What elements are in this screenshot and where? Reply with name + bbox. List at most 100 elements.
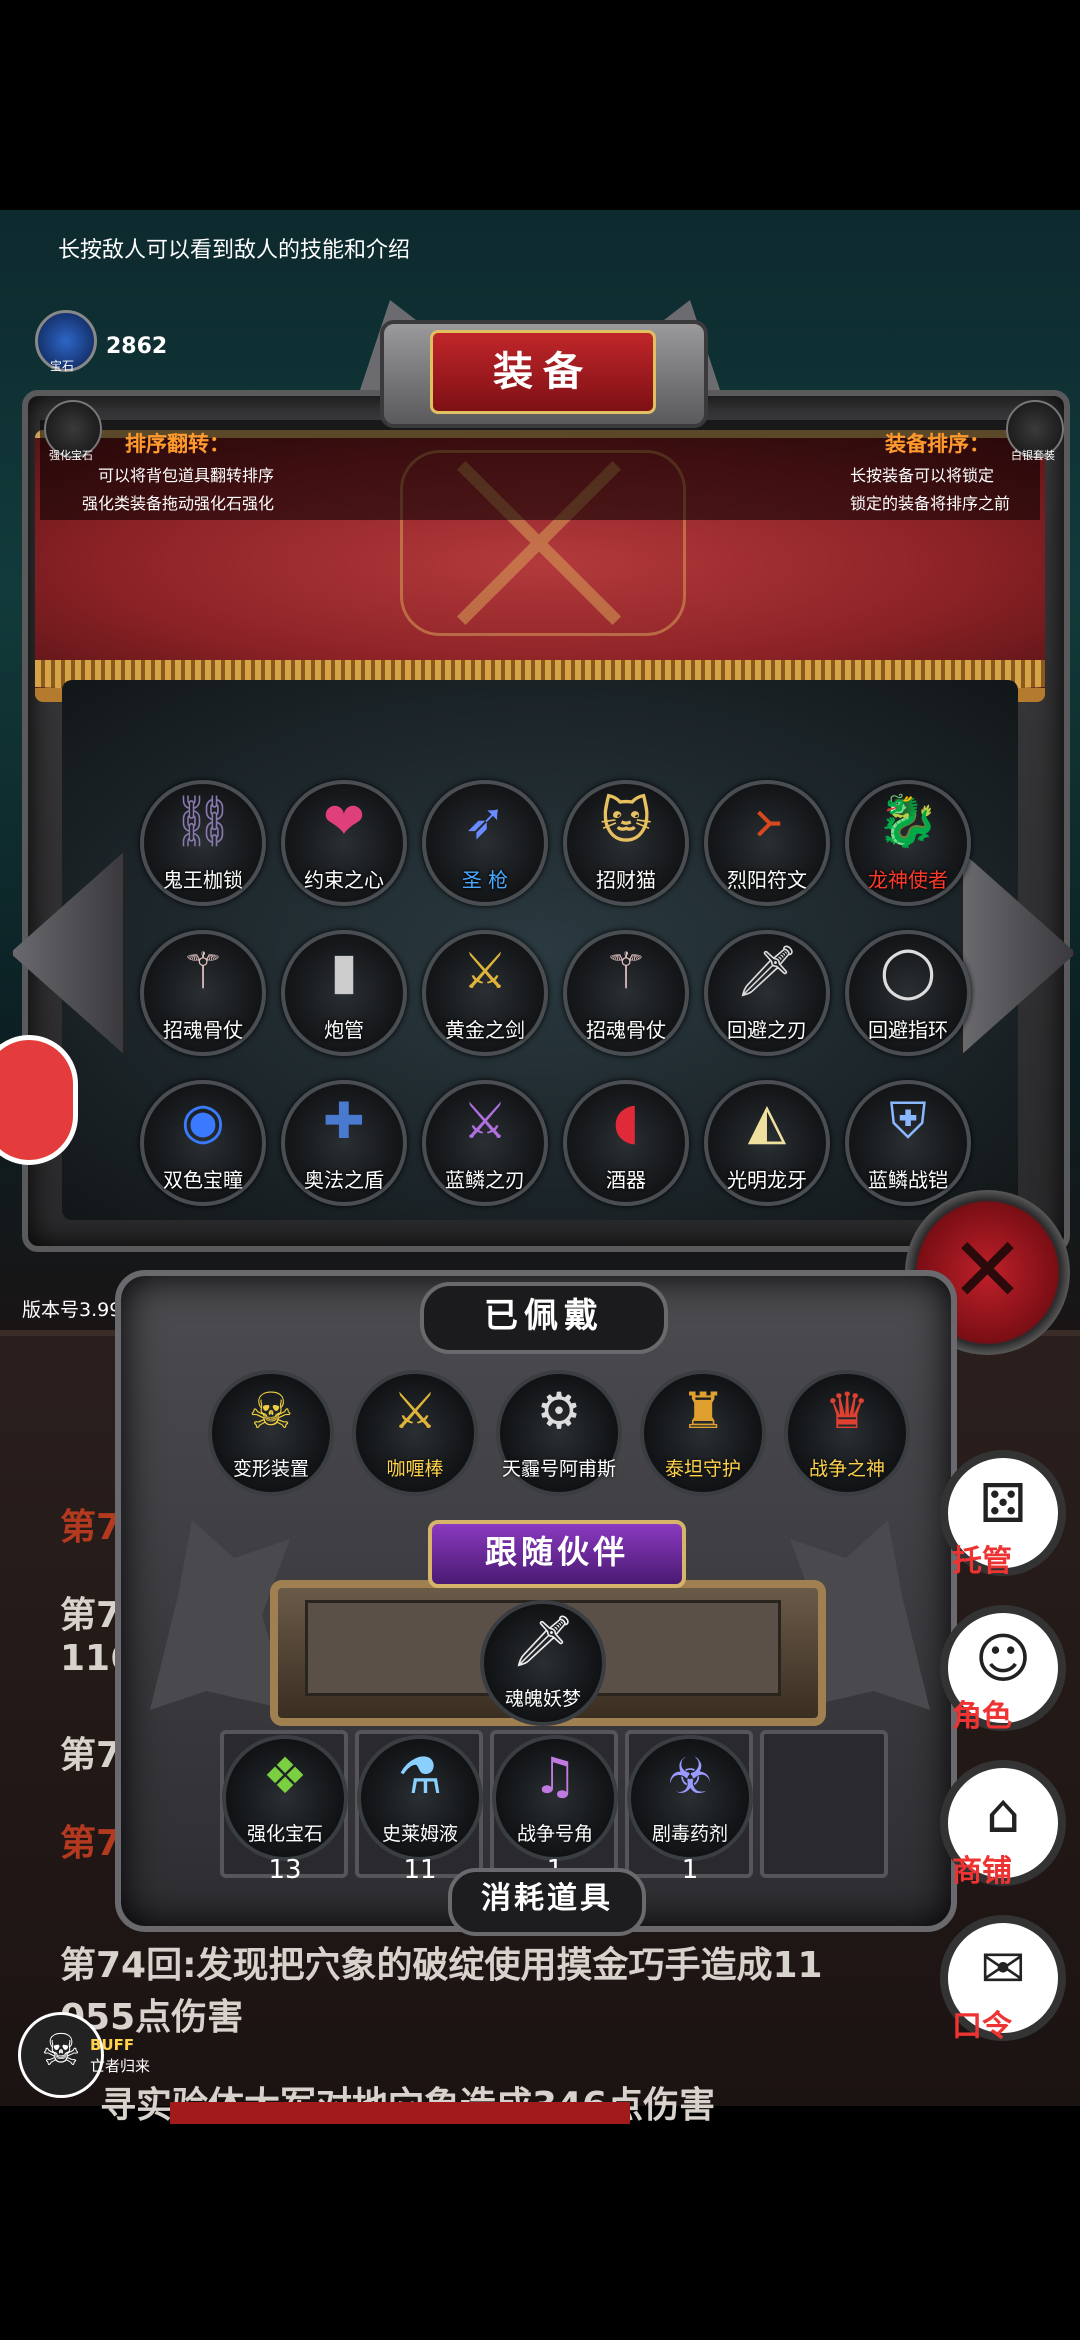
mecha-icon: ⚙ bbox=[536, 1382, 582, 1440]
side-button-label: 口令 bbox=[952, 2009, 1012, 2044]
worn-slot[interactable]: ♛ 战争之神 bbox=[784, 1370, 910, 1496]
equipment-slot[interactable]: ⚚ 招魂骨仗 bbox=[563, 930, 689, 1056]
dice-icon: ⚄ bbox=[979, 1472, 1027, 1535]
consumable-slot[interactable]: ⚗ 史莱姆液 11 bbox=[357, 1735, 483, 1885]
ring-icon: ◯ bbox=[880, 942, 936, 1000]
equipment-slot[interactable]: ✚ 奥法之盾 bbox=[281, 1080, 407, 1206]
equipment-slot[interactable]: ➶ 圣 枪 bbox=[422, 780, 548, 906]
character-icon: ☺ bbox=[974, 1627, 1032, 1690]
worn-slot[interactable]: ♜ 泰坦守护 bbox=[640, 1370, 766, 1496]
companion-label: 魂魄妖梦 bbox=[504, 1688, 581, 1710]
equipment-slot[interactable]: 🗡 回避之刃 bbox=[704, 930, 830, 1056]
equipment-slot[interactable]: ᚛ 烈阳符文 bbox=[704, 780, 830, 906]
equipment-label: 招财猫 bbox=[596, 868, 656, 892]
equipment-label: 龙神使者 bbox=[868, 868, 948, 892]
gem-count: 2862 bbox=[106, 334, 168, 359]
poison-icon: ☣ bbox=[667, 1747, 713, 1805]
cannon-icon: ▮ bbox=[330, 942, 358, 1000]
consumable-slot[interactable]: ☣ 剧毒药剂 1 bbox=[627, 1735, 753, 1885]
buff-name: 亡者归来 bbox=[90, 2057, 151, 2075]
silver-set-label: 白银套装 bbox=[1011, 449, 1055, 462]
version-label: 版本号3.99 bbox=[22, 1299, 122, 1321]
buff-label: BUFF bbox=[90, 2036, 135, 2054]
worn-label: 泰坦守护 bbox=[664, 1458, 741, 1480]
consumable-quantity: 13 bbox=[268, 1855, 302, 1885]
equipment-slot[interactable]: ◭ 光明龙牙 bbox=[704, 1080, 830, 1206]
worn-label: 咖喱棒 bbox=[386, 1458, 444, 1480]
code-book-icon: ✉ bbox=[980, 1937, 1026, 2000]
equipment-slot[interactable]: 🐉 龙神使者 bbox=[845, 780, 971, 906]
war-god-icon: ♛ bbox=[824, 1382, 870, 1440]
equipment-slot[interactable]: ◯ 回避指环 bbox=[845, 930, 971, 1056]
consumable-quantity: 1 bbox=[681, 1855, 699, 1885]
worn-title: 已佩戴 bbox=[420, 1282, 668, 1354]
titan-icon: ♜ bbox=[680, 1382, 726, 1440]
heart-gem-icon: ❤ bbox=[323, 792, 365, 850]
equipment-slot[interactable]: ❤ 约束之心 bbox=[281, 780, 407, 906]
equipment-label: 蓝鳞之刃 bbox=[445, 1168, 525, 1192]
sort-flip-button[interactable]: 排序翻转： bbox=[125, 428, 230, 458]
sort-button[interactable]: 装备排序： bbox=[885, 428, 990, 458]
equipment-slot[interactable]: ▮ 炮管 bbox=[281, 930, 407, 1056]
equipment-label: 回避之刃 bbox=[727, 1018, 807, 1042]
equipment-slot[interactable]: ⚚ 招魂骨仗 bbox=[140, 930, 266, 1056]
bone-staff-icon: ⚚ bbox=[603, 942, 649, 1000]
equipment-slot[interactable]: ◖ 酒器 bbox=[563, 1080, 689, 1206]
user-avatar-icon[interactable] bbox=[0, 1035, 78, 1165]
equipment-label: 奥法之盾 bbox=[304, 1168, 384, 1192]
worn-slot[interactable]: ⚙ 天霾号阿甫斯 bbox=[496, 1370, 622, 1496]
consumable-slot[interactable]: ♫战争号角1 bbox=[492, 1735, 618, 1885]
companion-slot[interactable]: 🗡 魂魄妖梦 bbox=[480, 1600, 606, 1726]
worn-slot[interactable]: ⚔ 咖喱棒 bbox=[352, 1370, 478, 1496]
hp-bar bbox=[170, 2102, 630, 2124]
equipment-label: 光明龙牙 bbox=[727, 1168, 807, 1192]
wine-vessel-icon: ◖ bbox=[612, 1092, 640, 1150]
equipment-label: 炮管 bbox=[324, 1018, 364, 1042]
empty-consumable-slot[interactable] bbox=[760, 1730, 888, 1878]
worn-label: 战争之神 bbox=[808, 1458, 885, 1480]
bone-staff-icon: ⚚ bbox=[180, 942, 226, 1000]
worn-label: 天霾号阿甫斯 bbox=[501, 1458, 616, 1480]
lucky-cat-icon: 🐱 bbox=[599, 792, 653, 850]
equipment-label: 约束之心 bbox=[304, 868, 384, 892]
equipment-label: 酒器 bbox=[606, 1168, 646, 1192]
equipment-slot[interactable]: ⚔ 黄金之剑 bbox=[422, 930, 548, 1056]
equipment-label: 双色宝瞳 bbox=[163, 1168, 243, 1192]
equipment-slot[interactable]: 🐱 招财猫 bbox=[563, 780, 689, 906]
sort-flip-desc: 强化类装备拖动强化石强化 bbox=[82, 494, 275, 513]
consumables-title: 消耗道具 bbox=[448, 1868, 646, 1936]
worn-slot[interactable]: ☠ 变形装置 bbox=[208, 1370, 334, 1496]
equipment-slot[interactable]: ⚔ 蓝鳞之刃 bbox=[422, 1080, 548, 1206]
worn-label: 变形装置 bbox=[232, 1458, 309, 1480]
side-button-label: 托管 bbox=[952, 1544, 1012, 1579]
tip-text: 长按敌人可以看到敌人的技能和介绍 bbox=[58, 238, 411, 263]
sort-flip-desc: 可以将背包道具翻转排序 bbox=[98, 466, 275, 485]
companion-title: 跟随伙伴 bbox=[428, 1520, 686, 1588]
armor-icon: ⛨ bbox=[889, 1092, 927, 1150]
dragon-icon: 🐉 bbox=[876, 792, 940, 850]
sort-desc: 长按装备可以将锁定 bbox=[850, 466, 995, 485]
amulet-icon: ◉ bbox=[181, 1092, 225, 1150]
side-button-label: 商铺 bbox=[952, 1854, 1012, 1889]
gem-label: 宝石 bbox=[50, 359, 75, 373]
side-button-label: 角色 bbox=[952, 1699, 1012, 1734]
enhance-gem-label: 强化宝石 bbox=[49, 449, 93, 462]
purple-sword-icon: ⚔ bbox=[462, 1092, 508, 1150]
companion-icon: 🗡 bbox=[511, 1612, 575, 1670]
sort-desc: 锁定的装备将排序之前 bbox=[850, 494, 1011, 513]
equipment-label: 回避指环 bbox=[868, 1018, 948, 1042]
potion-icon: ⚗ bbox=[397, 1747, 443, 1805]
skull-icon: ☠ bbox=[41, 2025, 81, 2076]
equipment-slot[interactable]: ◉ 双色宝瞳 bbox=[140, 1080, 266, 1206]
blade-icon: 🗡 bbox=[735, 942, 799, 1000]
consumable-slot[interactable]: ❖ 强化宝石 13 bbox=[222, 1735, 348, 1885]
equipment-label: 蓝鳞战铠 bbox=[868, 1168, 948, 1192]
log-line: 第7 bbox=[60, 1507, 122, 1548]
equipment-label: 烈阳符文 bbox=[727, 868, 807, 892]
equipment-slot[interactable]: ⛓ 鬼王枷锁 bbox=[140, 780, 266, 906]
green-gem-icon: ❖ bbox=[262, 1747, 308, 1805]
equipment-slot[interactable]: ⛨ 蓝鳞战铠 bbox=[845, 1080, 971, 1206]
equipment-label: 鬼王枷锁 bbox=[163, 868, 243, 892]
horn-icon: ♫ bbox=[532, 1747, 578, 1805]
consumable-label: 剧毒药剂 bbox=[651, 1823, 728, 1845]
